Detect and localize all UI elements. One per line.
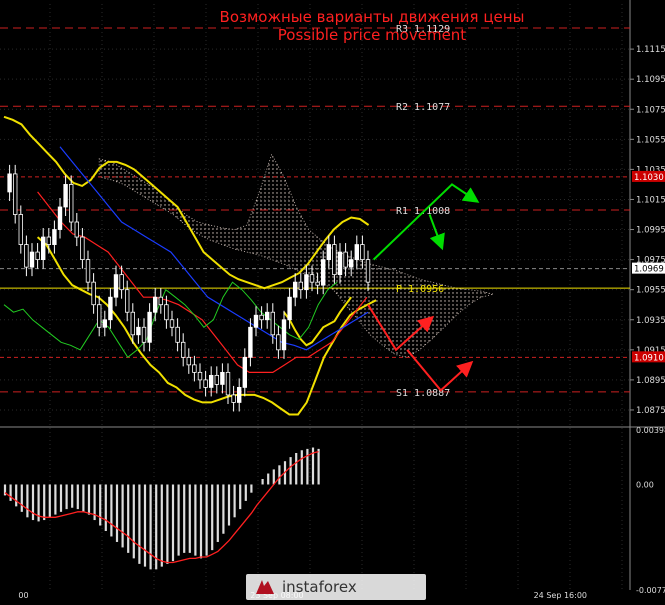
candle-body: [80, 236, 85, 261]
candle-body: [29, 251, 35, 268]
price-tick-label: 1.0935: [636, 316, 665, 326]
candle-body: [365, 259, 371, 283]
candle-body: [63, 184, 68, 208]
candle-body: [91, 281, 96, 306]
candle-body: [97, 304, 102, 328]
instaforex-logo-icon: [256, 580, 274, 594]
candle-body: [69, 184, 74, 223]
candle-body: [108, 296, 113, 321]
candle-body: [337, 251, 343, 276]
candle-body: [136, 326, 141, 336]
candle-body: [186, 356, 191, 366]
price-chart: R3 1.1129R2 1.1077R1 1.1008P 1.0956S1 1.…: [0, 0, 665, 605]
candle-body: [214, 374, 219, 385]
candle-body: [57, 206, 63, 230]
candle-body: [192, 364, 197, 373]
price-badge-label: 1.0910: [634, 353, 664, 363]
candle-body: [292, 281, 298, 298]
candle-body: [74, 221, 79, 238]
candle-body: [298, 281, 303, 291]
candle-body: [343, 251, 348, 268]
candle-body: [276, 334, 281, 351]
price-tick-label: 1.0995: [636, 226, 665, 236]
candle-body: [7, 173, 12, 193]
candle-body: [354, 244, 359, 261]
time-label: 00: [18, 591, 28, 600]
chart-subtitle: Possible price movement: [278, 26, 467, 44]
candle-body: [259, 314, 264, 321]
candle-body: [304, 274, 309, 291]
candle-body: [141, 326, 147, 343]
candle-body: [197, 371, 203, 381]
price-badge-label: 1.1030: [634, 173, 664, 183]
candle-body: [180, 341, 186, 358]
candle-body: [253, 314, 259, 328]
candle-body: [119, 274, 124, 291]
price-tick-label: 1.1095: [636, 75, 665, 85]
candle-body: [158, 296, 163, 306]
candle-body: [52, 229, 57, 245]
candle-body: [270, 311, 275, 336]
candle-body: [85, 259, 91, 283]
price-tick-label: 1.1075: [636, 105, 665, 115]
candle-body: [113, 274, 119, 298]
candle-body: [242, 356, 247, 388]
price-tick-label: 1.0875: [636, 406, 665, 416]
candle-body: [326, 244, 331, 261]
candle-body: [208, 374, 214, 388]
candle-body: [248, 326, 253, 358]
watermark-text: instaforex: [282, 578, 357, 596]
macd-tick-label: 0.00398: [636, 426, 665, 435]
candle-body: [360, 244, 365, 261]
candle-body: [18, 214, 23, 245]
candle-body: [281, 319, 287, 351]
watermark: instaforex: [246, 574, 426, 600]
candle-body: [24, 244, 29, 268]
price-tick-label: 1.0895: [636, 376, 665, 386]
time-label: 24 Sep 16:00: [534, 591, 587, 600]
candle-body: [46, 236, 51, 245]
price-tick-label: 1.1055: [636, 135, 665, 145]
candle-body: [130, 311, 135, 336]
candle-body: [169, 319, 175, 328]
level-label-r2: R2 1.1077: [396, 102, 450, 113]
candle-body: [287, 296, 292, 321]
candle-body: [225, 371, 231, 396]
candle-body: [332, 244, 337, 276]
candle-body: [102, 319, 107, 328]
candle-body: [348, 259, 354, 268]
candle-body: [147, 311, 152, 343]
candle-body: [264, 311, 270, 321]
candle-body: [164, 304, 169, 321]
price-badge-label: 1.0969: [634, 265, 664, 275]
macd-tick-label: 0.00: [636, 480, 654, 489]
price-tick-label: 1.1115: [636, 45, 665, 55]
candle-body: [12, 173, 18, 215]
price-tick-label: 1.0955: [636, 286, 665, 296]
candle-body: [152, 296, 158, 313]
candle-body: [175, 326, 180, 343]
candle-body: [203, 379, 208, 388]
candle-body: [125, 289, 130, 313]
price-tick-label: 1.1015: [636, 195, 665, 205]
candle-body: [236, 387, 242, 403]
candle-body: [41, 236, 46, 261]
chart-title: Возможные варианты движения цены: [220, 8, 525, 26]
candle-body: [220, 371, 225, 385]
candle-body: [315, 281, 320, 286]
candle-body: [231, 394, 236, 403]
candle-body: [309, 274, 315, 283]
level-label-p: P 1.0956: [396, 284, 444, 295]
candle-body: [320, 259, 326, 286]
candle-body: [35, 251, 40, 261]
macd-tick-label: -0.00771: [636, 586, 665, 595]
